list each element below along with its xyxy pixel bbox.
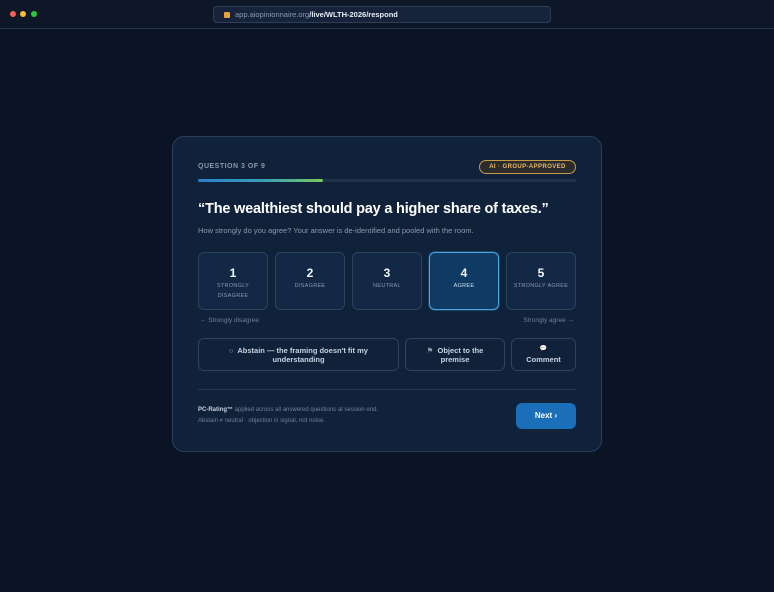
abstain-label: Abstain — the framing doesn't fit my und… <box>237 345 368 364</box>
scale-option-5[interactable]: 5 STRONGLY AGREE <box>506 252 576 310</box>
flag-icon: ⚑ <box>426 345 434 355</box>
option-number: 2 <box>306 266 314 280</box>
scale-anchor-right: Strongly agree → <box>523 317 574 324</box>
option-number: 1 <box>229 266 237 280</box>
question-counter: QUESTION 3 OF 9 <box>198 163 266 170</box>
option-label: STRONGLY DISAGREE <box>216 283 250 299</box>
scale-option-1[interactable]: 1 STRONGLY DISAGREE <box>198 252 268 310</box>
progress-fill <box>198 179 323 182</box>
progress-bar <box>198 179 576 182</box>
option-number: 3 <box>383 266 391 280</box>
circle-icon: ○ <box>229 345 234 355</box>
comment-button[interactable]: 💬 Comment <box>511 338 576 371</box>
option-number: 4 <box>460 266 468 280</box>
minimize-window-icon[interactable] <box>20 11 26 17</box>
object-premise-button[interactable]: ⚑ Object to the premise <box>405 338 505 371</box>
option-label: STRONGLY AGREE <box>513 283 569 289</box>
url-host: app.aiopinionnaire.org <box>235 10 310 19</box>
question-prompt: “The wealthiest should pay a higher shar… <box>198 201 549 217</box>
speech-bubble-icon: 💬 <box>539 346 548 352</box>
scale-anchor-left: ← Strongly disagree <box>200 317 259 324</box>
approval-badge: AI · GROUP-APPROVED <box>479 160 576 174</box>
lock-icon <box>224 12 230 18</box>
rating-name: PC-Rating™ <box>198 407 233 413</box>
option-label: NEUTRAL <box>373 283 401 289</box>
option-label: AGREE <box>453 283 475 289</box>
likert-scale: 1 STRONGLY DISAGREE 2 DISAGREE 3 NEUTRAL… <box>198 252 576 310</box>
scale-option-2[interactable]: 2 DISAGREE <box>275 252 345 310</box>
url-path: /live/WLTH-2026/respond <box>309 10 398 19</box>
close-window-icon[interactable] <box>10 11 16 17</box>
abstain-note: Abstain ≠ neutral · objection is signal,… <box>198 418 326 424</box>
question-subtext: How strongly do you agree? Your answer i… <box>198 226 474 235</box>
next-button[interactable]: Next › <box>516 403 576 429</box>
comment-label: Comment <box>526 355 561 364</box>
browser-chrome: app.aiopinionnaire.org/live/WLTH-2026/re… <box>0 0 774 29</box>
object-label: Object to the premise <box>437 345 484 364</box>
abstain-button[interactable]: ○ Abstain — the framing doesn't fit my u… <box>198 338 399 371</box>
option-number: 5 <box>537 266 545 280</box>
rating-note: PC-Rating™ applied across all answered q… <box>198 407 378 413</box>
question-card: QUESTION 3 OF 9 AI · GROUP-APPROVED “The… <box>172 136 602 452</box>
rating-text: applied across all answered questions at… <box>233 407 379 413</box>
address-bar[interactable]: app.aiopinionnaire.org/live/WLTH-2026/re… <box>213 6 551 23</box>
option-label: DISAGREE <box>294 283 326 289</box>
maximize-window-icon[interactable] <box>31 11 37 17</box>
scale-option-4[interactable]: 4 AGREE <box>429 252 499 310</box>
divider <box>198 389 576 390</box>
scale-option-3[interactable]: 3 NEUTRAL <box>352 252 422 310</box>
